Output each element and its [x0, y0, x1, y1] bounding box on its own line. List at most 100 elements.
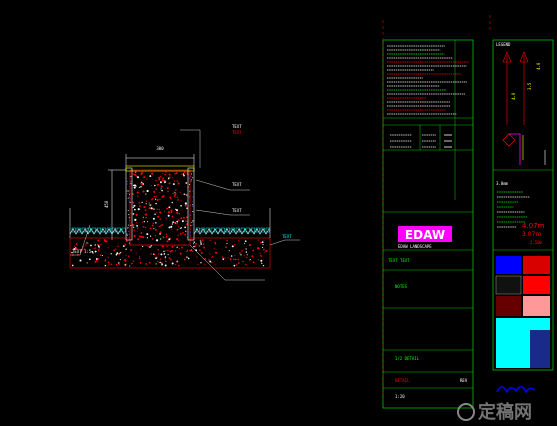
slab-hatch-dot — [178, 248, 180, 250]
wall-hatch-dot — [134, 173, 137, 176]
cap-hatch-dot — [126, 190, 128, 192]
slab-hatch-dot — [199, 239, 201, 241]
cap-hatch-dot — [189, 234, 191, 236]
wall-hatch-dot — [173, 180, 176, 182]
wall-hatch-dot — [150, 207, 153, 210]
wall-hatch-dot — [146, 189, 149, 193]
wall-hatch-dot — [176, 220, 179, 223]
slab-hatch-dot — [225, 246, 227, 249]
wall-hatch-dot — [183, 171, 186, 173]
wall-hatch-dot — [176, 211, 179, 214]
slab-hatch-dot — [131, 262, 133, 265]
slab-hatch-dot — [173, 245, 175, 247]
slab-hatch-dot — [166, 245, 168, 248]
label-low-right: TEXT — [282, 234, 292, 239]
wall-hatch-dot — [169, 196, 172, 199]
label-top-right-2: TEXT — [232, 130, 242, 135]
wall-hatch-dot — [133, 229, 135, 231]
slab-hatch-dot — [229, 258, 232, 261]
slab-hatch-dot — [226, 239, 228, 242]
cap-hatch-dot — [126, 233, 128, 235]
wall-hatch-dot — [152, 238, 154, 240]
wall-hatch-dot — [155, 179, 157, 182]
wall-hatch-dot — [140, 185, 142, 188]
wall-hatch-dot — [156, 208, 158, 210]
wall-hatch-dot — [159, 192, 161, 194]
legend-header: LEGEND — [496, 42, 511, 47]
wall-hatch-dot — [174, 173, 176, 175]
slab-hatch-dot — [257, 239, 259, 241]
wall-hatch-dot — [173, 195, 176, 198]
slab-hatch-dot — [105, 240, 108, 243]
wall-hatch-dot — [162, 236, 165, 239]
wall-hatch-dot — [175, 208, 177, 210]
slab-hatch-dot — [135, 252, 137, 254]
slab-hatch-dot — [193, 245, 195, 248]
wall-hatch-dot — [159, 211, 162, 214]
slab-hatch-dot — [233, 264, 236, 267]
cap-hatch-dot — [128, 214, 130, 216]
wall-hatch-dot — [146, 178, 148, 180]
slab-hatch-dot — [237, 258, 240, 261]
wall-hatch-dot — [172, 192, 174, 195]
wall-hatch-dot — [159, 198, 161, 200]
slab-hatch-dot — [174, 250, 177, 252]
wall-hatch-dot — [143, 206, 146, 209]
slab-hatch-dot — [93, 247, 95, 250]
wall-hatch-dot — [150, 204, 152, 206]
wall-hatch-dot — [167, 211, 171, 214]
wall-hatch-dot — [134, 208, 136, 211]
slab-hatch-dot — [86, 262, 88, 264]
slab-hatch-dot — [94, 244, 96, 246]
slab-hatch-dot — [191, 249, 193, 251]
wall-hatch-dot — [145, 216, 148, 219]
section-header: 3.0mm — [496, 181, 509, 186]
scale-label: 1:20 — [395, 394, 405, 399]
slab-hatch-dot — [257, 247, 259, 250]
slab-hatch-dot — [230, 255, 233, 257]
cap-hatch-dot — [129, 186, 131, 188]
slab-hatch-dot — [120, 252, 122, 254]
cap-hatch-dot — [128, 190, 130, 192]
slab-hatch-dot — [187, 257, 190, 260]
slab-hatch-dot — [263, 239, 265, 241]
slab-hatch-dot — [228, 250, 230, 252]
slab-hatch-dot — [241, 250, 243, 252]
wall-hatch-dot — [158, 208, 160, 211]
wall-hatch-dot — [171, 177, 173, 179]
slab-hatch-dot — [263, 248, 265, 251]
slab-hatch-dot — [203, 246, 206, 249]
slab-hatch-dot — [129, 265, 131, 267]
cap-hatch-dot — [189, 197, 191, 199]
wall-hatch-dot — [185, 182, 188, 184]
wall-hatch-dot — [153, 228, 155, 230]
wall-hatch-dot — [144, 213, 147, 216]
slab-hatch-dot — [249, 259, 251, 261]
wall-hatch-dot — [185, 194, 188, 196]
slab-hatch-dot — [196, 256, 198, 258]
slab-hatch-dot — [244, 242, 246, 244]
slab-hatch-dot — [257, 259, 259, 261]
wall-hatch-dot — [182, 232, 184, 234]
wall-hatch-dot — [177, 225, 179, 227]
cap-hatch-dot — [188, 196, 190, 198]
wall-hatch-dot — [136, 227, 139, 229]
label-top-right-1: TEXT — [232, 124, 242, 129]
slab-hatch-dot — [99, 254, 102, 256]
cap-hatch-dot — [127, 197, 129, 199]
wall-hatch-dot — [159, 218, 162, 220]
slab-hatch-dot — [194, 245, 197, 248]
wall-hatch-dot — [157, 215, 160, 218]
wall-hatch-dot — [177, 199, 179, 201]
wall-hatch-dot — [162, 179, 164, 181]
wall-hatch-dot — [170, 228, 172, 230]
slab-hatch-dot — [195, 242, 197, 245]
slab-hatch-dot — [208, 259, 210, 261]
cap-hatch-dot — [192, 190, 194, 192]
wall-hatch-dot — [140, 232, 142, 235]
wall-hatch-dot — [160, 226, 162, 228]
wall-hatch-dot — [167, 178, 169, 181]
slab-hatch-dot — [170, 258, 172, 261]
cap-hatch-dot — [188, 177, 190, 179]
wall-hatch-dot — [184, 204, 187, 207]
